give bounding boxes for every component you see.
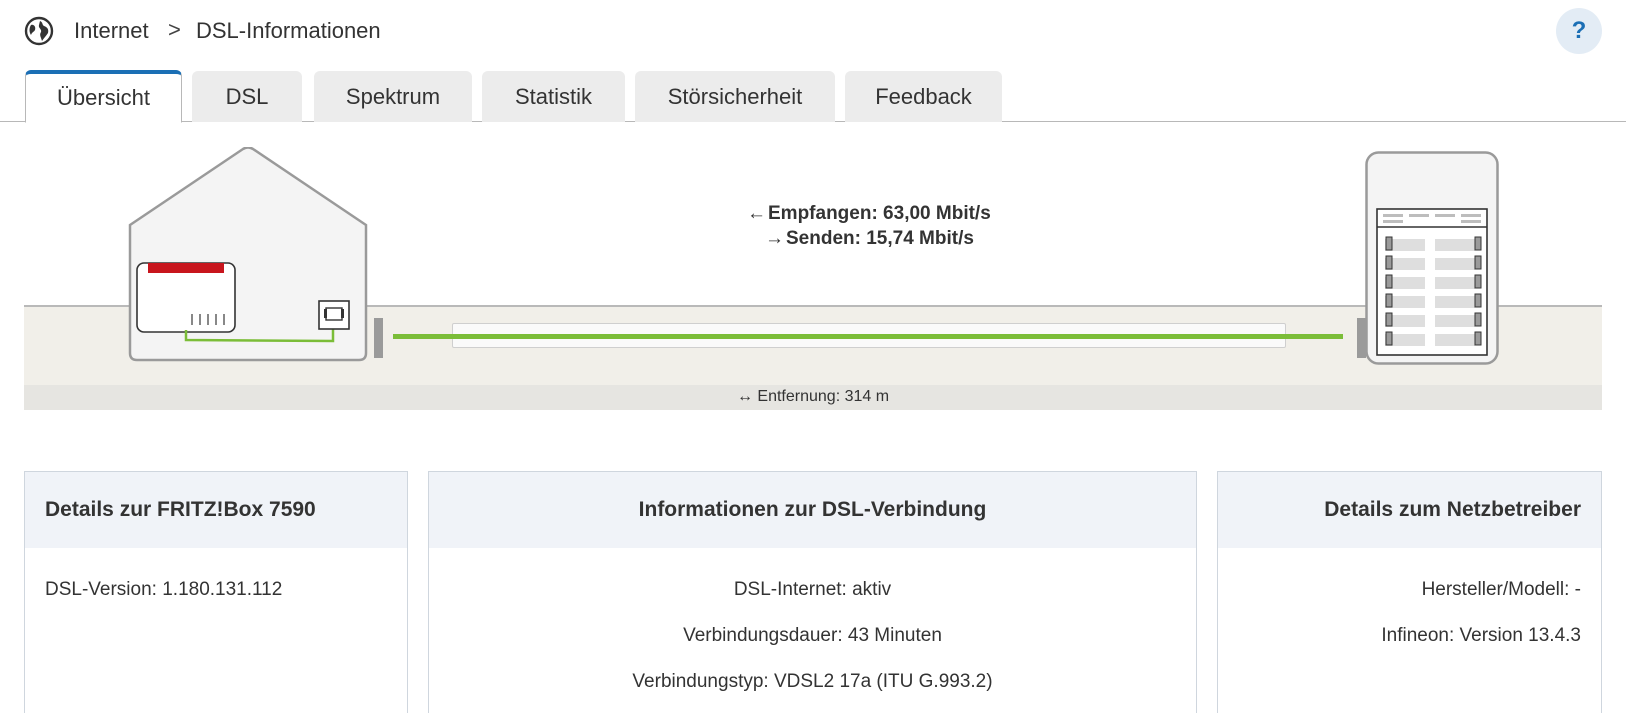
tab-uebersicht[interactable]: Übersicht [25,70,182,123]
send-rate-value: Senden: 15,74 Mbit/s [786,228,974,249]
fritzbox-details-card: Details zur FRITZ!Box 7590 DSL-Version: … [24,471,408,713]
tab-statistik[interactable]: Statistik [482,71,625,122]
distance-arrow-icon: ↔ [736,388,753,405]
dsl-internet-status: DSL-Internet: aktiv [733,579,892,600]
tab-feedback[interactable]: Feedback [845,71,1002,122]
breadcrumb-internet[interactable]: Internet [74,18,149,44]
connection-diagram: ↔ Entfernung: 314 m ← Empfangen: 63,00 Mb… [24,122,1602,410]
breadcrumb-separator: > [168,17,181,42]
dsl-connection-title: Informationen zur DSL-Verbindung [429,472,1196,548]
arrow-right-icon: → [765,228,784,249]
cable-plug-left [374,318,383,358]
arrow-left-icon: ← [747,203,766,224]
receive-rate: ← Empfangen: 63,00 Mbit/s [747,202,1107,226]
chipset-version: Infineon: Version 13.4.3 [1381,625,1581,646]
connection-duration: Verbindungsdauer: 43 Minuten [683,625,942,646]
distance-value: Entfernung: 314 m [757,388,890,405]
dsl-connection-card: Informationen zur DSL-Verbindung DSL-Int… [428,471,1197,713]
provider-details-title: Details zum Netzbetreiber [1218,472,1601,548]
tab-spektrum[interactable]: Spektrum [314,71,472,122]
send-rate: → Senden: 15,74 Mbit/s [765,227,1125,251]
tab-bar: Übersicht DSL Spektrum Statistik Störsic… [0,70,1626,123]
help-button[interactable]: ? [1556,8,1602,54]
distance-label: ↔ Entfernung: 314 m [24,387,1602,407]
street-cabinet-icon [1365,151,1499,365]
globe-icon [24,16,54,46]
dsl-line [393,334,1343,339]
dsl-version-text: DSL-Version: 1.180.131.112 [45,579,283,600]
house-cable-icon [184,300,350,343]
breadcrumb-current-page: DSL-Informationen [196,18,381,43]
page-header: Internet > DSL-Informationen ? [0,0,1626,62]
receive-rate-value: Empfangen: 63,00 Mbit/s [768,203,991,224]
provider-details-card: Details zum Netzbetreiber Hersteller/Mod… [1217,471,1602,713]
tab-dsl[interactable]: DSL [192,71,302,122]
fritzbox-details-title: Details zur FRITZ!Box 7590 [25,472,407,548]
manufacturer-model: Hersteller/Modell: - [1421,579,1581,600]
tab-stoersicherheit[interactable]: Störsicherheit [635,71,835,122]
connection-type: Verbindungstyp: VDSL2 17a (ITU G.993.2) [632,671,993,692]
